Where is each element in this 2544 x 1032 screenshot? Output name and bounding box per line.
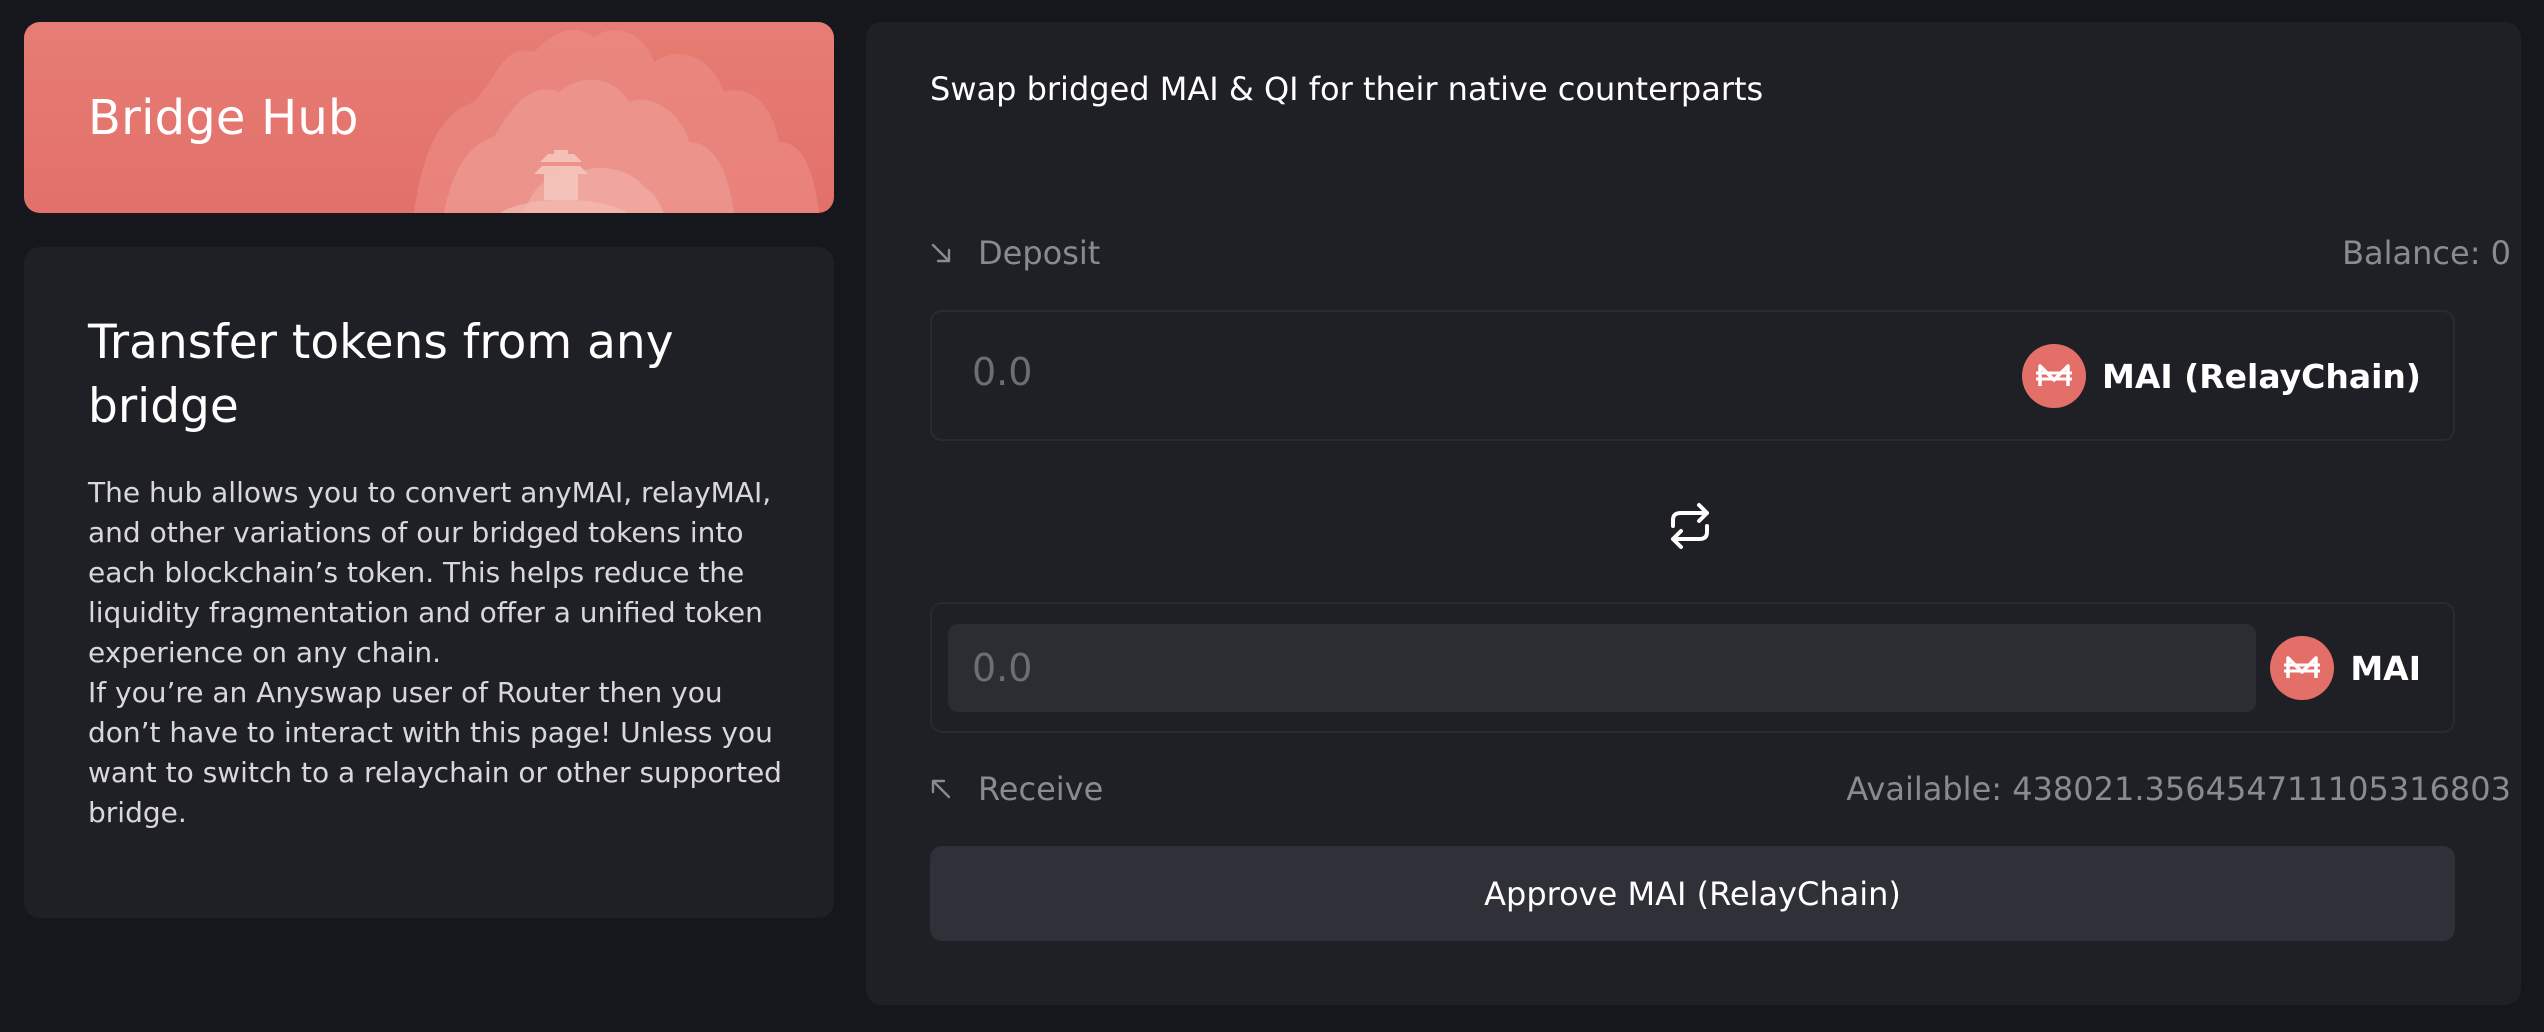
info-paragraph: If you’re an Anyswap user of Router then… [88, 676, 782, 829]
deposit-balance: Balance: 0 [2342, 234, 2511, 272]
arrow-down-right-icon [931, 243, 951, 263]
deposit-label: Deposit [978, 234, 1101, 272]
bridge-hub-page: Bridge Hub Transfer tokens from any brid… [0, 0, 2544, 1032]
deposit-label-row: Deposit [930, 234, 1100, 272]
deposit-token-selector[interactable]: MAI (RelayChain) [2022, 343, 2421, 409]
deposit-input-box[interactable]: 0.0 MAI (RelayChain) [930, 310, 2455, 441]
receive-token-selector[interactable]: MAI [2270, 635, 2421, 701]
info-paragraph: The hub allows you to convert anyMAI, re… [88, 476, 772, 669]
receive-label: Receive [978, 770, 1104, 808]
approve-button[interactable]: Approve MAI (RelayChain) [930, 846, 2455, 941]
info-title: Transfer tokens from any bridge [88, 315, 674, 434]
swap-panel: Swap bridged MAI & QI for their native c… [866, 22, 2521, 1005]
receive-input-box: 0.0 MAI [930, 602, 2455, 733]
info-card: Transfer tokens from any bridge The hub … [24, 247, 834, 918]
receive-token-name: MAI [2350, 648, 2421, 688]
receive-amount: 0.0 [972, 646, 1033, 690]
hero-banner: Bridge Hub [24, 22, 834, 213]
deposit-amount-input[interactable]: 0.0 [972, 350, 1032, 394]
mai-token-icon [2022, 344, 2087, 408]
swap-arrows-icon [1671, 503, 1709, 549]
receive-label-row: Receive [930, 770, 1103, 808]
receive-available: Available: 438021.356454711105316803 [1846, 770, 2511, 808]
receive-amount-field: 0.0 [948, 624, 2256, 712]
hero-title: Bridge Hub [88, 90, 359, 146]
panel-subtitle: Swap bridged MAI & QI for their native c… [930, 70, 1764, 108]
swap-direction-button[interactable] [1660, 496, 1720, 556]
mai-token-icon [2270, 636, 2335, 700]
info-body: The hub allows you to convert anyMAI, re… [88, 473, 788, 833]
mountain-pagoda-illustration [414, 29, 819, 213]
deposit-token-name: MAI (RelayChain) [2102, 356, 2421, 396]
arrow-up-left-icon [931, 779, 951, 799]
